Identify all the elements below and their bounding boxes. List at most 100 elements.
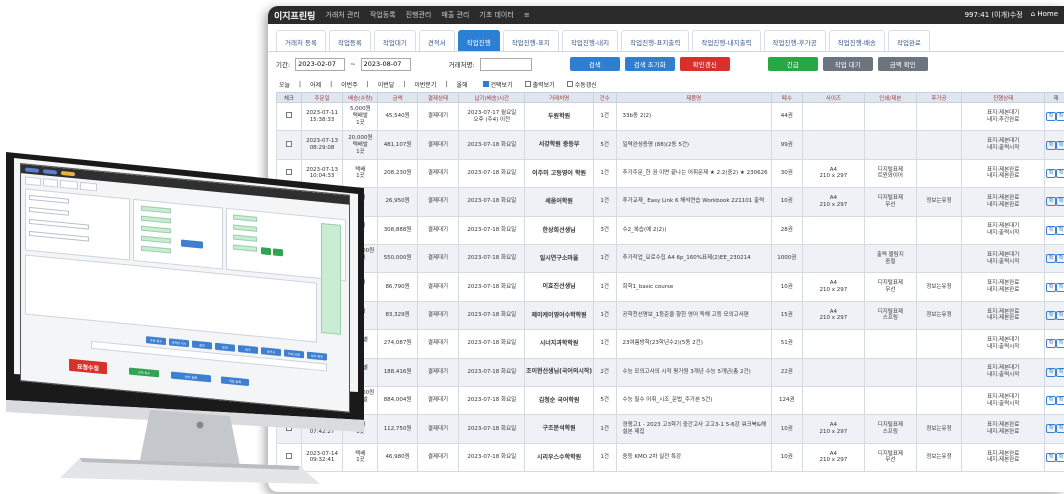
cell-prod[interactable]: 중등 KMO 2차 실전 특강 [615, 442, 772, 473]
screen-tab[interactable] [79, 181, 98, 192]
row-confirm-button[interactable]: 확 [1056, 310, 1064, 320]
table-row[interactable]: 2023-07-13 16:53:23특선별 1곳274,087원결제대기202… [276, 329, 1064, 359]
screen-action-button-2[interactable]: 재작업 지시 [169, 338, 189, 348]
request-modify-button[interactable]: 요청수정 [69, 358, 107, 375]
row-confirm-button[interactable]: 확 [1046, 254, 1057, 264]
screen-action-button-7[interactable]: 인쇄 요청 [284, 349, 304, 359]
cell-cust[interactable]: 이효진선생님 [524, 272, 594, 302]
row-confirm-button[interactable]: 확 [1056, 225, 1064, 235]
column-header[interactable]: 주문일 [300, 92, 344, 103]
tab-progress-finishing[interactable]: 작업진행-후가공 [763, 30, 826, 51]
screen-small-button[interactable] [261, 247, 271, 256]
cell-cust[interactable]: 세움어학원 [524, 187, 594, 217]
screen-small-button[interactable] [273, 248, 283, 257]
column-header[interactable]: 체크 [276, 92, 302, 103]
tab-progress-inner[interactable]: 작업진행-내지 [561, 30, 619, 51]
row-confirm-button[interactable]: 확 [1056, 367, 1064, 377]
cell-prod[interactable]: 추가교재_ Easy Link 6 해석연습 Workbook 221101 출… [615, 187, 772, 217]
column-header[interactable]: 후가공 [915, 92, 963, 103]
range-this-week[interactable]: 이번주 [338, 80, 361, 89]
cell-prod[interactable]: 33b동 2(2) [615, 101, 772, 132]
cell-status[interactable]: 결제대기 [416, 158, 460, 189]
row-confirm-button[interactable]: 확 [1046, 339, 1057, 349]
tab-progress-cover[interactable]: 작업진행-표지 [502, 30, 559, 51]
table-row[interactable]: 2023-07-13 17:10:18특선별 1곳188,416원결제대기202… [276, 357, 1064, 387]
tab-in-progress[interactable]: 작업진행 [457, 30, 500, 51]
cell-status[interactable]: 결제대기 [416, 329, 460, 359]
column-header[interactable]: 인쇄/제본 [863, 92, 917, 103]
range-this-year[interactable]: 올해 [453, 80, 470, 89]
column-header[interactable]: 거래처명 [524, 92, 594, 103]
manual-refresh-checkbox[interactable]: 수동갱신 [566, 80, 597, 89]
tab-customer-register[interactable]: 거래처 등록 [276, 30, 326, 51]
cell-prod[interactable]: 수능 필수 어휘_시조_문법_주가본 5건) [615, 385, 772, 416]
row-confirm-button[interactable]: 확 [1046, 168, 1057, 178]
screen-action-button-4[interactable]: 통계 [215, 342, 235, 352]
release-view-checkbox[interactable]: 건택보기 [482, 80, 513, 89]
table-row[interactable]: 2023-07-13 10:04:33 택배 1곳 208,230원 결제대기 2023… [276, 158, 1064, 189]
menu-sales[interactable]: 매출 관리 [441, 10, 469, 20]
column-header[interactable]: 진행상태 [961, 92, 1046, 103]
screen-action-button-5[interactable]: 발주 [238, 344, 258, 354]
screen-action-button-8[interactable]: 발주 확인 [307, 351, 327, 361]
screen-tab[interactable] [25, 176, 41, 186]
cell-prod[interactable]: 수능 모의고사의 시작 평가원 3개년 수능 5개년(총 2건) [615, 357, 772, 387]
screen-action-button-6[interactable]: 발주서 [261, 347, 281, 357]
app-logo[interactable]: 이지프린팅 [274, 9, 315, 22]
table-row[interactable]: 2023-07-13 16:33:21택배 1곳83,329원결제대기2023-… [276, 300, 1064, 331]
row-confirm-button[interactable]: 확 [1046, 140, 1057, 150]
table-row[interactable]: 2023-07-13 10:51:51택배 1곳26,950원결제대기2023-… [276, 187, 1064, 217]
cell-status[interactable]: 결제대기 [416, 243, 460, 274]
cell-prod[interactable]: 추가주문_한 권 이면 끝나는 어휘문제 ★ 2.2(중2) ★ 230626 [615, 158, 772, 189]
cell-cust[interactable]: 한상희선생님 [524, 215, 594, 245]
cell-cust[interactable]: 김청순 국어학원 [524, 385, 594, 416]
cell-status[interactable]: 결제대기 [416, 215, 460, 245]
column-header[interactable]: 건수 [592, 92, 617, 103]
home-link[interactable]: ⌂ Home [1031, 10, 1058, 20]
column-header[interactable]: 사이즈 [801, 92, 865, 103]
screen-blue-button-2[interactable]: 작업 등록 [221, 376, 249, 387]
menu-basic-data[interactable]: 기초 데이터 [479, 10, 513, 20]
cell-status[interactable]: 결제대기 [416, 101, 460, 132]
row-confirm-button[interactable]: 확 [1056, 197, 1064, 207]
row-checkbox-cell[interactable] [276, 101, 302, 132]
table-row[interactable]: 2023-07-13 07:29:18220,000원 택배발 1곳884,00… [276, 385, 1064, 416]
range-this-month[interactable]: 이번달 [375, 80, 398, 89]
cell-status[interactable]: 결제대기 [416, 357, 460, 387]
table-row[interactable]: 2023-07-13 13:46:16택배 2곳308,888원결제대기2023… [276, 215, 1064, 245]
tab-complete[interactable]: 작업완료 [887, 30, 930, 51]
amount-check-button[interactable]: 금액 확인 [877, 57, 928, 71]
tab-progress-cover-print[interactable]: 작업진행-표지출력 [621, 30, 690, 51]
urgent-button[interactable]: 긴급 [767, 57, 818, 71]
screen-tab[interactable] [60, 179, 78, 190]
cell-status[interactable]: 결제대기 [416, 272, 460, 302]
table-row[interactable]: 2023-07-14 09:32:41 택배 1곳 46,980원 결제대기 2023-… [276, 442, 1064, 473]
row-confirm-button[interactable]: 확 [1046, 396, 1057, 406]
column-header[interactable]: 페수 [770, 92, 803, 103]
row-confirm-button[interactable]: 확 [1056, 140, 1064, 150]
tab-order-register[interactable]: 작업등록 [328, 30, 371, 51]
screen-tab[interactable] [42, 178, 59, 188]
row-confirm-button[interactable]: 확 [1056, 339, 1064, 349]
reset-search-button[interactable]: 검색 초기화 [624, 57, 675, 71]
cell-status[interactable]: 결제대기 [416, 442, 460, 473]
row-confirm-button[interactable]: 확 [1046, 452, 1057, 462]
row-checkbox[interactable] [285, 140, 292, 147]
menu-progress[interactable]: 진행관리 [406, 10, 432, 20]
cell-cust[interactable]: 두원학원 [524, 101, 594, 132]
table-row[interactable]: 2023-07-13 08:29:08 20,000원 택배발 1곳 481,107… [276, 130, 1064, 160]
column-header[interactable]: 재 [1044, 92, 1064, 103]
cell-cust[interactable]: 구조분석학원 [524, 414, 594, 444]
menu-hamburger-icon[interactable]: ≡ [524, 11, 530, 19]
cell-cust[interactable]: 제이케이영어수학학원 [524, 300, 594, 331]
table-row[interactable]: 2023-07-13 15:52:16택배 1곳86,790원결제대기2023-… [276, 272, 1064, 302]
cell-cust[interactable]: 시리우스수학학원 [524, 442, 594, 473]
screen-blue-button-1[interactable]: 발주 등록 [171, 371, 211, 383]
row-checkbox[interactable] [285, 112, 292, 119]
column-header[interactable]: 제품명 [615, 92, 772, 103]
cell-cust[interactable]: 시너지과학학원 [524, 329, 594, 359]
cell-status[interactable]: 결제대기 [416, 187, 460, 217]
cell-status[interactable]: 결제대기 [416, 414, 460, 444]
cell-prod[interactable]: 추가작업_요로수집 A4 6p_160%표제(2)EE_230214 [615, 243, 772, 274]
cell-prod[interactable]: 일력완성증명 (88)(2동 5건) [615, 130, 772, 160]
